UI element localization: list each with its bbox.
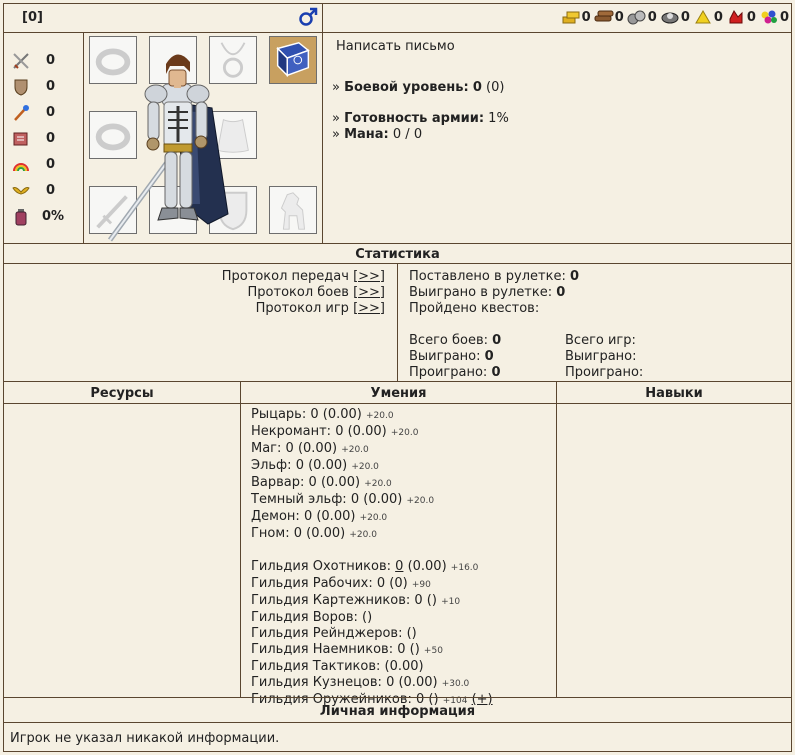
stat-defense: 0 [12,78,72,98]
bottle-icon [15,209,27,226]
player-profile: [0] 0 0 0 0 0 0 0 0 0 0 0 0 0 0% Написат… [3,3,792,752]
male-icon [298,7,318,27]
faction-row: Эльф: 0 (0.00) +20.0 [251,458,379,473]
wings-icon [12,187,30,195]
gems-icon [761,10,777,24]
write-letter-link[interactable]: Написать письмо [336,39,455,54]
resources-column-title: Ресурсы [90,386,154,401]
blue-spellbook-icon [276,41,310,78]
horse-icon [280,192,306,230]
ore-icon [627,10,646,25]
resource-bar: 0 0 0 0 0 0 0 [558,9,789,25]
combat-level: » Боевой уровень: 0 (0) [332,80,505,95]
statistics-title: Статистика [355,247,440,262]
roulette-won: Выиграно в рулетке: 0 [409,285,566,300]
guild-row: Гильдия Рейнджеров: () [251,626,417,641]
resource-wood: 0 [594,9,624,25]
resource-gems: 0 [759,9,789,25]
faction-row: Гном: 0 (0.00) +20.0 [251,526,377,541]
guild-row: Гильдия Тактиков: (0.00) [251,659,424,674]
faction-row: Варвар: 0 (0.00) +20.0 [251,475,392,490]
sulfur-icon [694,10,711,24]
faction-row: Рыцарь: 0 (0.00) +20.0 [251,407,394,422]
quests-completed: Пройдено квестов: [409,301,540,316]
game-log: Протокол игр [>>] [255,301,385,316]
battles-total: Всего боев: 0 [409,333,502,348]
player-level-tag: [0] [22,10,43,25]
army-readiness: » Готовность армии: 1% [332,111,509,126]
skills-column-title: Умения [370,386,427,401]
battles-won: Выиграно: 0 [409,349,494,364]
spellbook-slot[interactable] [269,36,317,84]
resource-ore: 0 [627,9,657,25]
transfer-log-link[interactable]: [>>] [353,269,385,284]
faction-row: Некромант: 0 (0.00) +20.0 [251,424,419,439]
hero-knight-figure [107,54,229,242]
mercury-icon [661,12,679,24]
resource-gold: 0 [561,9,591,25]
guild-row: Гильдия Кузнецов: 0 (0.00) +30.0 [251,675,470,690]
wand-icon [14,105,29,121]
battle-log-link[interactable]: [>>] [353,285,385,300]
stat-initiative: 0% [12,208,72,228]
mana: » Мана: 0 / 0 [332,127,423,142]
wood-icon [594,10,614,22]
shield-icon [14,79,28,96]
transfer-log: Протокол передач [>>] [221,269,385,284]
guild-row: Гильдия Рабочих: 0 (0) +90 [251,576,431,591]
stat-spellpower: 0 [12,104,72,124]
resource-mercury: 0 [660,9,690,25]
guild-row: Гильдия Картежников: 0 () +10 [251,593,461,608]
game-log-link[interactable]: [>>] [353,301,385,316]
gold-icon [562,11,580,24]
resource-sulfur: 0 [693,9,723,25]
faction-row: Темный эльф: 0 (0.00) +20.0 [251,492,435,507]
games-total: Всего игр: [565,333,636,348]
personal-info-title: Личная информация [319,704,476,719]
stat-knowledge: 0 [12,130,72,150]
guild-row: Гильдия Воров: () [251,610,373,625]
roulette-bet: Поставлено в рулетке: 0 [409,269,580,284]
rainbow-icon [13,163,29,172]
faction-row: Демон: 0 (0.00) +20.0 [251,509,388,524]
crystal-icon [729,10,743,24]
hunters-guild-link[interactable]: 0 [395,559,403,574]
stat-morale: 0 [12,182,72,202]
mount-slot[interactable] [269,186,317,234]
skills-list: Рыцарь: 0 (0.00) +20.0 Некромант: 0 (0.0… [251,407,493,709]
sword-icon [13,53,29,69]
guild-row: Гильдия Наемников: 0 () +50 [251,642,443,657]
spellbook-icon [13,132,28,146]
battles-lost: Проиграно: 0 [409,365,501,380]
talents-column-title: Навыки [645,386,703,401]
resource-crystal: 0 [726,9,756,25]
stat-luck: 0 [12,156,72,176]
faction-row: Маг: 0 (0.00) +20.0 [251,441,369,456]
battle-log: Протокол боев [>>] [247,285,385,300]
games-lost: Проиграно: [565,365,644,380]
personal-info-text: Игрок не указал никакой информации. [10,731,280,746]
stat-attack: 0 [12,52,72,72]
guild-row: Гильдия Охотников: 0 (0.00) +16.0 [251,559,479,574]
games-won: Выиграно: [565,349,637,364]
